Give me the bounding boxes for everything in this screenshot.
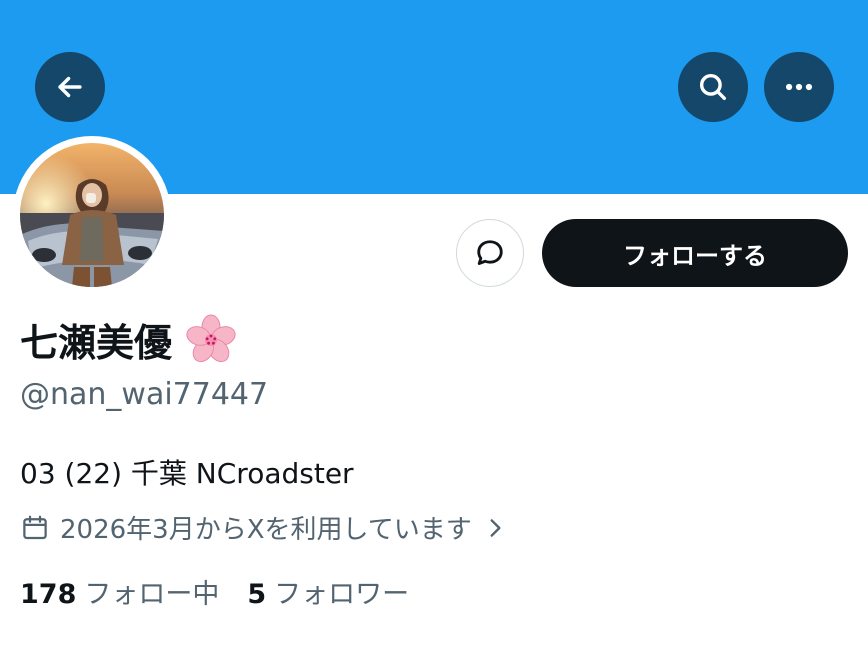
display-name: 七瀬美優 (20, 321, 173, 365)
followers-count: 5 (247, 579, 267, 610)
followers-label: フォロワー (274, 579, 410, 610)
message-bubble-icon (477, 240, 503, 265)
message-button[interactable] (456, 219, 524, 287)
avatar[interactable] (13, 136, 171, 294)
following-stat[interactable]: 178 フォロー中 (20, 572, 219, 611)
follow-stats: 178 フォロー中 5 フォロワー (20, 572, 437, 611)
joined-date-text: 2026年3月からXを利用しています (60, 515, 472, 545)
arrow-left-icon (58, 76, 82, 98)
back-button[interactable] (35, 52, 105, 122)
joined-date-row[interactable]: 2026年3月からXを利用しています (20, 509, 508, 546)
search-button[interactable] (678, 52, 748, 122)
profile-photo-image (20, 143, 164, 287)
name-row: 七瀬美優 (20, 312, 238, 367)
profile-bio: 03 (22) 千葉 NCroadster (20, 457, 354, 490)
profile-photo (20, 143, 164, 287)
calendar-icon (23, 515, 47, 539)
more-horizontal-icon (785, 83, 813, 91)
followers-stat[interactable]: 5 フォロワー (247, 572, 409, 611)
follow-button[interactable]: フォローする (542, 219, 848, 287)
user-handle: @nan_wai77447 (20, 377, 269, 412)
cherry-blossom-icon (186, 314, 236, 362)
following-count: 178 (20, 579, 77, 610)
search-icon (699, 73, 727, 101)
following-label: フォロー中 (84, 579, 220, 610)
chevron-right-icon (490, 518, 501, 537)
more-options-button[interactable] (764, 52, 834, 122)
